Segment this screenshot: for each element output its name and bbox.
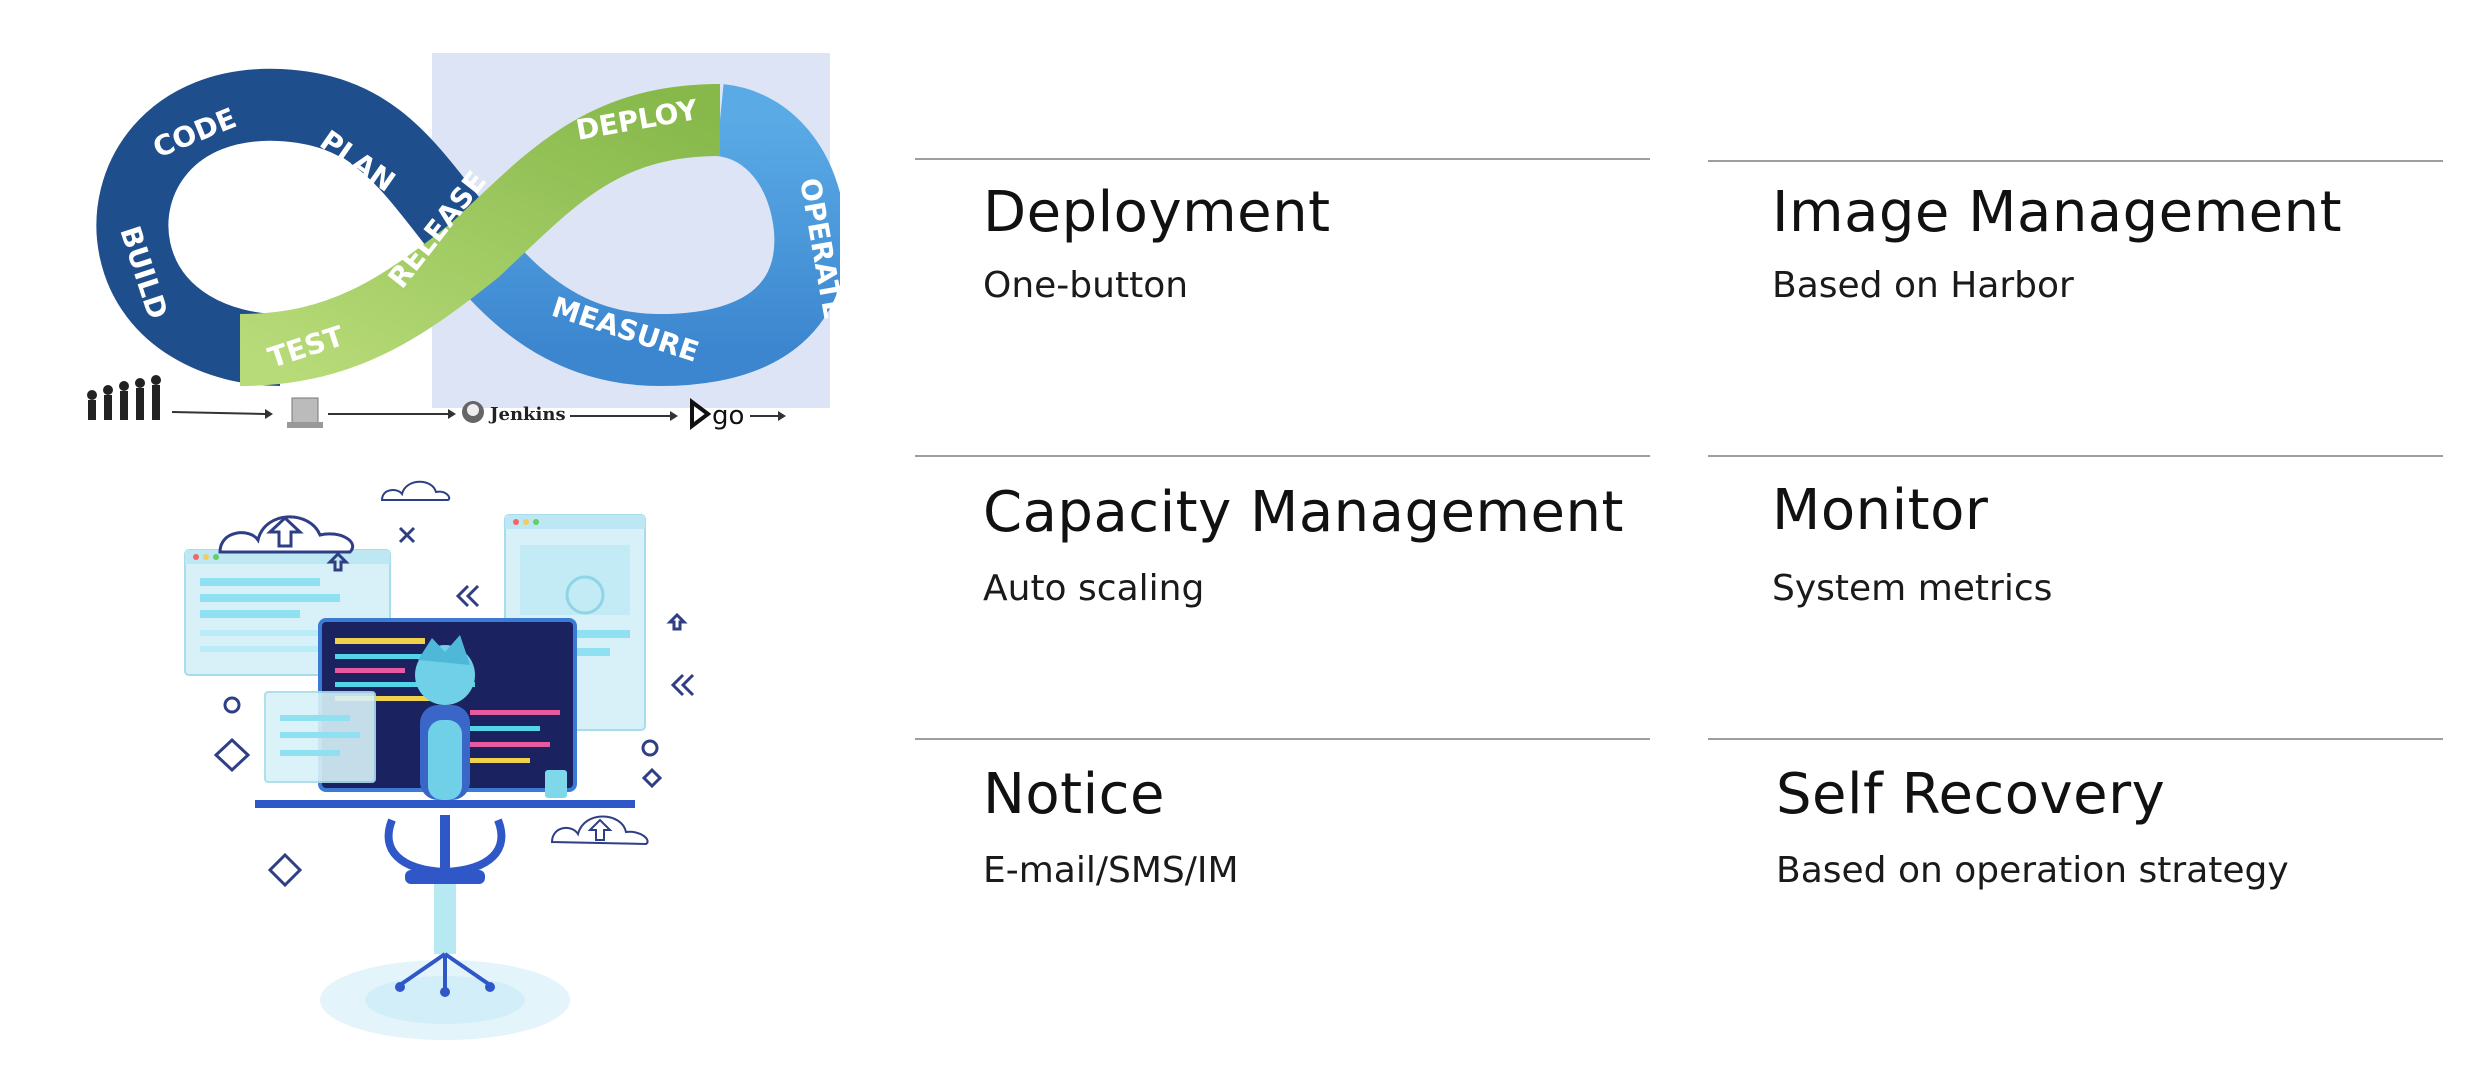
feature-desc-deployment: One-button: [983, 265, 1189, 306]
divider-row3-left: [915, 738, 1650, 740]
feature-desc-notice: E-mail/SMS/IM: [983, 850, 1239, 891]
server-icon: [287, 397, 323, 428]
jenkins-label: Jenkins: [488, 404, 566, 425]
cloud-upload-icon: [218, 515, 354, 554]
feature-title-monitor: Monitor: [1772, 478, 1989, 543]
divider-row2-right: [1708, 455, 2443, 457]
developer-figure: [415, 635, 475, 800]
feature-title-notice: Notice: [983, 762, 1165, 827]
feature-title-image-management: Image Management: [1772, 180, 2343, 245]
small-cloud-icon: [380, 480, 451, 501]
feature-desc-self-recovery: Based on operation strategy: [1776, 850, 2289, 891]
evolution-icon: [87, 375, 161, 420]
feature-title-capacity-management: Capacity Management: [983, 480, 1624, 545]
feature-desc-capacity-management: Auto scaling: [983, 568, 1205, 609]
cloud-upload-small-icon: [550, 815, 649, 846]
divider-row2-left: [915, 455, 1650, 457]
small-window-panel: [264, 691, 376, 783]
feature-desc-image-management: Based on Harbor: [1772, 265, 2074, 306]
feature-title-deployment: Deployment: [983, 180, 1331, 245]
divider-row3-right: [1708, 738, 2443, 740]
feature-desc-monitor: System metrics: [1772, 568, 2053, 609]
go-label: go: [712, 401, 744, 431]
jenkins-icon: [462, 401, 484, 423]
devops-loop-diagram: CODE PLAN BUILD TEST RELEASE DEPLOY OPER…: [87, 53, 840, 431]
feature-title-self-recovery: Self Recovery: [1776, 762, 2166, 827]
developer-illustration: [184, 480, 695, 1040]
divider-row1-right: [1708, 160, 2443, 162]
mug-icon: [545, 770, 567, 798]
desk: [255, 800, 635, 808]
divider-row1-left: [915, 158, 1650, 160]
